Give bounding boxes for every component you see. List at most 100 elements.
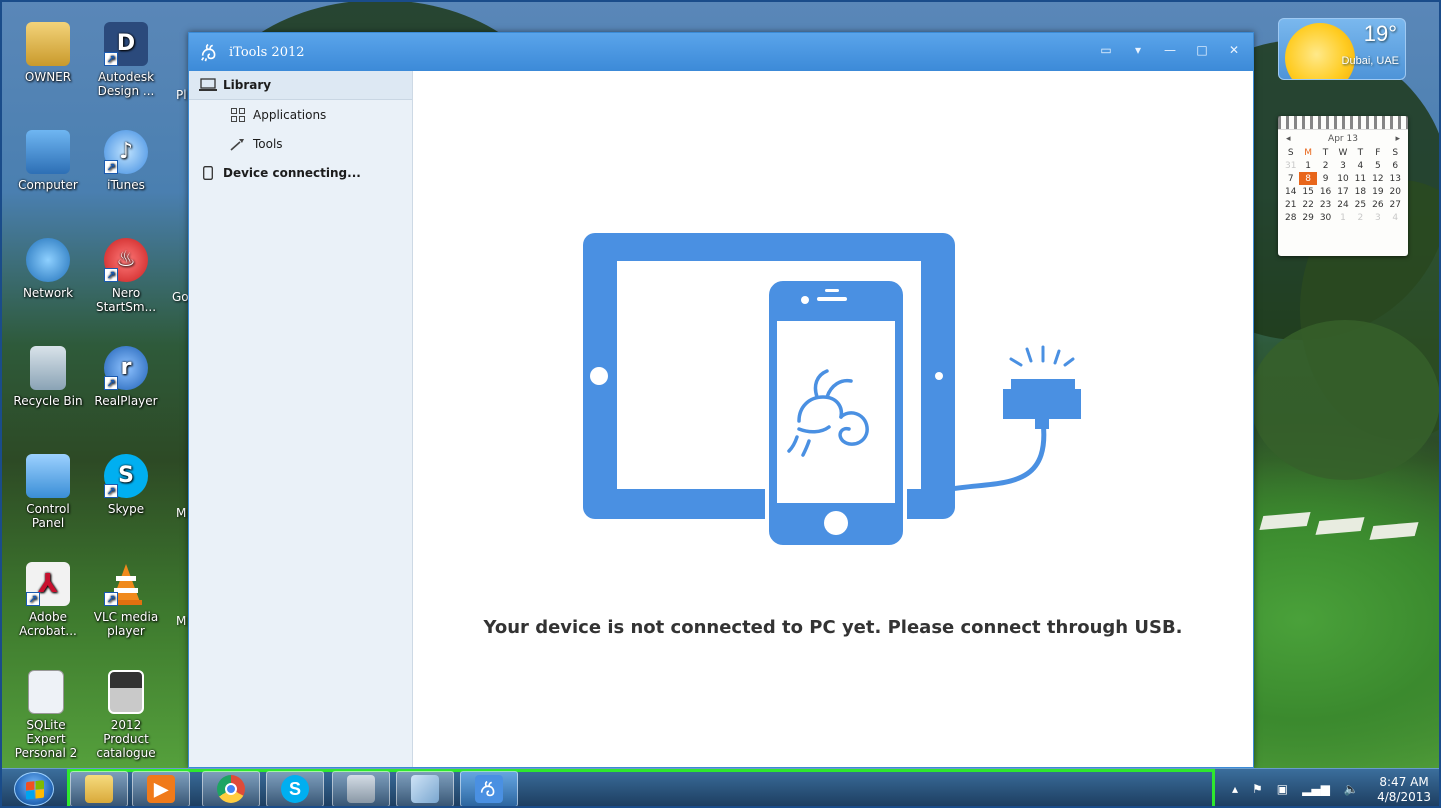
calendar-day[interactable]: 24 bbox=[1334, 198, 1351, 211]
feedback-icon[interactable]: ▭ bbox=[1095, 41, 1117, 59]
calendar-day[interactable]: 25 bbox=[1352, 198, 1369, 211]
desktop-icon-label: RealPlayer bbox=[94, 394, 158, 408]
usb-connector-icon bbox=[1003, 345, 1081, 429]
calendar-day[interactable]: 17 bbox=[1334, 185, 1351, 198]
calendar-day[interactable]: 3 bbox=[1334, 159, 1351, 172]
window-titlebar[interactable]: iTools 2012 ▭ ▾ — □ ✕ bbox=[189, 33, 1253, 71]
calendar-day[interactable]: 31 bbox=[1282, 159, 1299, 172]
clock-date: 4/8/2013 bbox=[1377, 790, 1431, 804]
weather-temperature: 19° bbox=[1363, 21, 1397, 46]
calendar-day[interactable]: 28 bbox=[1282, 211, 1299, 224]
desktop-icon-owner[interactable]: OWNER bbox=[10, 22, 86, 84]
volume-icon[interactable]: 🔈 bbox=[1344, 782, 1359, 796]
sidebar-item-tools[interactable]: Tools bbox=[189, 129, 412, 158]
calendar-day[interactable]: 14 bbox=[1282, 185, 1299, 198]
desktop-icon-computer[interactable]: Computer bbox=[10, 130, 86, 192]
calendar-day[interactable]: 30 bbox=[1317, 211, 1334, 224]
calendar-weekday: S bbox=[1287, 147, 1294, 158]
taskbar-remote-app-button[interactable] bbox=[332, 771, 390, 807]
desktop-icon-label: SQLite Expert Personal 2 bbox=[14, 718, 78, 760]
desktop-icon-label: Adobe Acrobat... bbox=[19, 610, 77, 638]
desktop-icon-vlc[interactable]: ↗ VLC media player bbox=[88, 562, 164, 638]
sidebar-item-label: Library bbox=[223, 78, 272, 92]
desktop-icon-label: 2012 Product catalogue bbox=[96, 718, 156, 760]
calendar-day[interactable]: 27 bbox=[1387, 198, 1404, 211]
sidebar: Library Applications Tools Device connec… bbox=[189, 71, 413, 767]
calendar-day[interactable]: 23 bbox=[1317, 198, 1334, 211]
calendar-day[interactable]: 16 bbox=[1317, 185, 1334, 198]
desktop-icon-label: Skype bbox=[107, 502, 145, 516]
desktop-icon-control-panel[interactable]: Control Panel bbox=[10, 454, 86, 530]
calendar-day[interactable]: 22 bbox=[1299, 198, 1316, 211]
action-center-flag-icon[interactable]: ⚑ bbox=[1252, 782, 1263, 796]
calendar-gadget[interactable]: ◂ Apr 13 ▸ SMTWTFS 31 1 2 3 4 5 6 7 8 9 10 11 12 13 14… bbox=[1278, 116, 1408, 256]
calendar-day[interactable]: 21 bbox=[1282, 198, 1299, 211]
calendar-day[interactable]: 20 bbox=[1387, 185, 1404, 198]
taskbar-window-switcher-button[interactable] bbox=[396, 771, 454, 807]
calendar-next-arrow-icon[interactable]: ▸ bbox=[1395, 134, 1400, 144]
calendar-day[interactable]: 12 bbox=[1369, 172, 1386, 185]
desktop-icon-nero[interactable]: ♨ ↗ Nero StartSm... bbox=[88, 238, 164, 314]
device-icon[interactable]: ▣ bbox=[1277, 782, 1288, 796]
menu-dropdown-icon[interactable]: ▾ bbox=[1127, 41, 1149, 59]
vlc-icon: ↗ bbox=[104, 562, 148, 606]
calendar-day[interactable]: 11 bbox=[1352, 172, 1369, 185]
calendar-day[interactable]: 9 bbox=[1317, 172, 1334, 185]
system-clock[interactable]: 8:47 AM 4/8/2013 bbox=[1377, 775, 1431, 805]
sidebar-item-applications[interactable]: Applications bbox=[189, 100, 412, 129]
desktop-icon-autodesk[interactable]: D ↗ Autodesk Design ... bbox=[88, 22, 164, 98]
close-icon[interactable]: ✕ bbox=[1223, 41, 1245, 59]
itools-logo-icon bbox=[201, 43, 216, 62]
calendar-prev-arrow-icon[interactable]: ◂ bbox=[1286, 134, 1291, 144]
desktop-icon-label: OWNER bbox=[24, 70, 72, 84]
connection-status-message: Your device is not connected to PC yet. … bbox=[483, 617, 1183, 638]
network-signal-icon[interactable]: ▂▄▆ bbox=[1302, 782, 1330, 796]
taskbar-explorer-button[interactable] bbox=[70, 771, 128, 807]
desktop-icon-adobe-acrobat[interactable]: ⅄ ↗ Adobe Acrobat... bbox=[10, 562, 86, 638]
window-title: iTools 2012 bbox=[229, 44, 305, 60]
calendar-day[interactable]: 8 bbox=[1299, 172, 1317, 185]
calendar-day[interactable]: 7 bbox=[1282, 172, 1299, 185]
sidebar-item-device[interactable]: Device connecting... bbox=[189, 158, 412, 187]
wrench-icon bbox=[229, 136, 247, 152]
desktop-icon-sqlite-expert[interactable]: SQLite Expert Personal 2 bbox=[6, 670, 86, 760]
show-hidden-icons-icon[interactable]: ▴ bbox=[1232, 782, 1238, 796]
desktop-icon-realplayer[interactable]: r ↗ RealPlayer bbox=[88, 346, 164, 408]
calendar-weekday: F bbox=[1375, 147, 1381, 158]
calendar-day[interactable]: 1 bbox=[1299, 159, 1316, 172]
calendar-day[interactable]: 10 bbox=[1334, 172, 1351, 185]
taskbar-skype-button[interactable]: S bbox=[266, 771, 324, 807]
calendar-day[interactable]: 29 bbox=[1299, 211, 1316, 224]
calendar-day[interactable]: 4 bbox=[1387, 211, 1404, 224]
chrome-icon bbox=[217, 775, 245, 803]
calendar-day[interactable]: 4 bbox=[1352, 159, 1369, 172]
taskbar-itools-button[interactable] bbox=[460, 771, 518, 807]
laptop-icon bbox=[199, 77, 217, 93]
calendar-day[interactable]: 5 bbox=[1369, 159, 1386, 172]
calendar-day[interactable]: 2 bbox=[1352, 211, 1369, 224]
calendar-day[interactable]: 2 bbox=[1317, 159, 1334, 172]
taskbar-chrome-button[interactable] bbox=[202, 771, 260, 807]
calendar-day[interactable]: 1 bbox=[1334, 211, 1351, 224]
calendar-day[interactable]: 13 bbox=[1387, 172, 1404, 185]
control-panel-icon bbox=[26, 454, 70, 498]
desktop-icon-itunes[interactable]: ♪ ↗ iTunes bbox=[88, 130, 164, 192]
calendar-day[interactable]: 18 bbox=[1352, 185, 1369, 198]
start-button[interactable] bbox=[14, 772, 54, 806]
calendar-day[interactable]: 15 bbox=[1299, 185, 1316, 198]
desktop-icon-network[interactable]: Network bbox=[10, 238, 86, 300]
calendar-day[interactable]: 6 bbox=[1387, 159, 1404, 172]
sidebar-item-library[interactable]: Library bbox=[189, 71, 412, 100]
taskbar-media-player-button[interactable]: ▶ bbox=[132, 771, 190, 807]
calendar-day[interactable]: 19 bbox=[1369, 185, 1386, 198]
weather-gadget[interactable]: 19° Dubai, UAE bbox=[1278, 18, 1406, 80]
desktop-icon-label: Control Panel bbox=[26, 502, 70, 530]
calendar-day[interactable]: 3 bbox=[1369, 211, 1386, 224]
minimize-icon[interactable]: — bbox=[1159, 41, 1181, 59]
maximize-icon[interactable]: □ bbox=[1191, 41, 1213, 59]
calendar-day[interactable]: 26 bbox=[1369, 198, 1386, 211]
desktop-icon-skype[interactable]: S ↗ Skype bbox=[88, 454, 164, 516]
desktop-icon-recycle-bin[interactable]: Recycle Bin bbox=[10, 346, 86, 408]
desktop-icon-product-catalogue[interactable]: 2012 Product catalogue bbox=[88, 670, 164, 760]
adobe-acrobat-icon: ⅄ ↗ bbox=[26, 562, 70, 606]
